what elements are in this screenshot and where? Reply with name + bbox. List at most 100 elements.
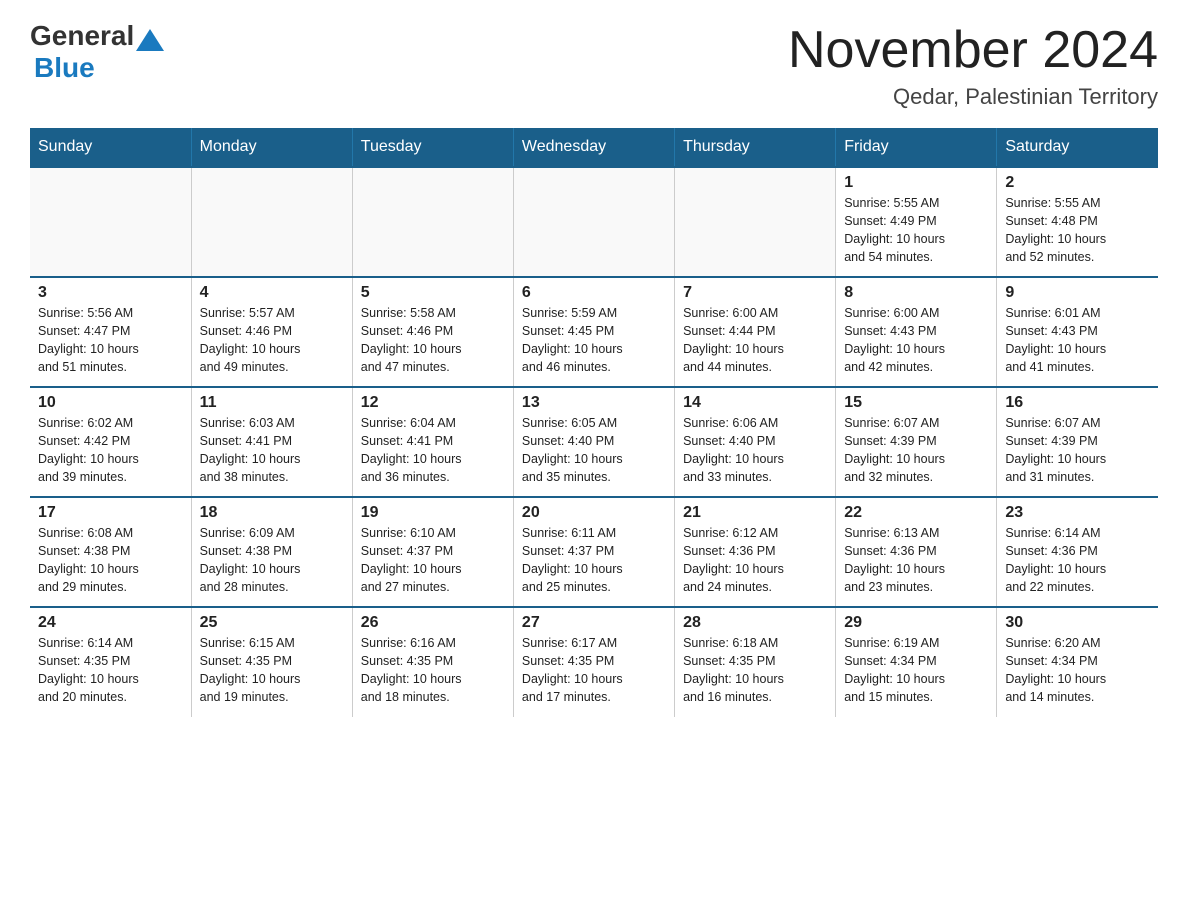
day-number: 27 <box>522 614 666 632</box>
day-info: Sunrise: 6:19 AM Sunset: 4:34 PM Dayligh… <box>844 634 988 707</box>
day-info: Sunrise: 6:07 AM Sunset: 4:39 PM Dayligh… <box>1005 414 1150 487</box>
day-number: 22 <box>844 504 988 522</box>
day-number: 15 <box>844 394 988 412</box>
day-number: 13 <box>522 394 666 412</box>
calendar-cell: 8 Sunrise: 6:00 AM Sunset: 4:43 PM Daylig… <box>836 277 997 387</box>
day-info: Sunrise: 6:05 AM Sunset: 4:40 PM Dayligh… <box>522 414 666 487</box>
day-number: 29 <box>844 614 988 632</box>
calendar-day-header: Thursday <box>675 128 836 167</box>
calendar-subtitle: Qedar, Palestinian Territory <box>788 84 1158 110</box>
title-area: November 2024 Qedar, Palestinian Territo… <box>788 20 1158 110</box>
calendar-day-header: Monday <box>191 128 352 167</box>
calendar-cell <box>352 167 513 277</box>
logo-blue-text: Blue <box>34 52 95 84</box>
day-number: 10 <box>38 394 183 412</box>
day-number: 16 <box>1005 394 1150 412</box>
calendar-cell: 7 Sunrise: 6:00 AM Sunset: 4:44 PM Daylig… <box>675 277 836 387</box>
calendar-cell: 9Sunrise: 6:01 AM Sunset: 4:43 PM Daylig… <box>997 277 1158 387</box>
calendar-cell: 15 Sunrise: 6:07 AM Sunset: 4:39 PM Dayli… <box>836 387 997 497</box>
day-info: Sunrise: 6:13 AM Sunset: 4:36 PM Dayligh… <box>844 524 988 597</box>
day-number: 1 <box>844 174 988 192</box>
day-info: Sunrise: 6:00 AM Sunset: 4:43 PM Dayligh… <box>844 304 988 377</box>
day-info: Sunrise: 6:08 AM Sunset: 4:38 PM Dayligh… <box>38 524 183 597</box>
calendar-cell: 22 Sunrise: 6:13 AM Sunset: 4:36 PM Dayli… <box>836 497 997 607</box>
day-info: Sunrise: 5:56 AM Sunset: 4:47 PM Dayligh… <box>38 304 183 377</box>
day-number: 11 <box>200 394 344 412</box>
calendar-table: SundayMondayTuesdayWednesdayThursdayFrid… <box>30 128 1158 717</box>
calendar-cell: 19 Sunrise: 6:10 AM Sunset: 4:37 PM Dayli… <box>352 497 513 607</box>
calendar-title: November 2024 <box>788 20 1158 80</box>
day-number: 18 <box>200 504 344 522</box>
calendar-cell: 4Sunrise: 5:57 AM Sunset: 4:46 PM Daylig… <box>191 277 352 387</box>
calendar-cell: 1 Sunrise: 5:55 AM Sunset: 4:49 PM Daylig… <box>836 167 997 277</box>
day-info: Sunrise: 6:06 AM Sunset: 4:40 PM Dayligh… <box>683 414 827 487</box>
calendar-week-row: 17 Sunrise: 6:08 AM Sunset: 4:38 PM Dayli… <box>30 497 1158 607</box>
day-number: 23 <box>1005 504 1150 522</box>
calendar-cell: 5 Sunrise: 5:58 AM Sunset: 4:46 PM Daylig… <box>352 277 513 387</box>
calendar-cell: 29 Sunrise: 6:19 AM Sunset: 4:34 PM Dayli… <box>836 607 997 717</box>
calendar-cell: 14 Sunrise: 6:06 AM Sunset: 4:40 PM Dayli… <box>675 387 836 497</box>
logo-triangle-icon <box>136 29 164 51</box>
calendar-cell: 3 Sunrise: 5:56 AM Sunset: 4:47 PM Daylig… <box>30 277 191 387</box>
calendar-cell: 2 Sunrise: 5:55 AM Sunset: 4:48 PM Daylig… <box>997 167 1158 277</box>
day-number: 8 <box>844 284 988 302</box>
day-info: Sunrise: 6:01 AM Sunset: 4:43 PM Dayligh… <box>1005 304 1150 377</box>
calendar-cell: 17 Sunrise: 6:08 AM Sunset: 4:38 PM Dayli… <box>30 497 191 607</box>
calendar-cell: 30Sunrise: 6:20 AM Sunset: 4:34 PM Dayli… <box>997 607 1158 717</box>
day-info: Sunrise: 6:00 AM Sunset: 4:44 PM Dayligh… <box>683 304 827 377</box>
logo-general-text: General <box>30 20 134 52</box>
day-info: Sunrise: 6:20 AM Sunset: 4:34 PM Dayligh… <box>1005 634 1150 707</box>
day-number: 21 <box>683 504 827 522</box>
calendar-cell: 12Sunrise: 6:04 AM Sunset: 4:41 PM Dayli… <box>352 387 513 497</box>
logo: General Blue <box>30 20 166 84</box>
calendar-cell: 20Sunrise: 6:11 AM Sunset: 4:37 PM Dayli… <box>513 497 674 607</box>
calendar-cell: 23Sunrise: 6:14 AM Sunset: 4:36 PM Dayli… <box>997 497 1158 607</box>
day-info: Sunrise: 5:55 AM Sunset: 4:49 PM Dayligh… <box>844 194 988 267</box>
calendar-cell <box>191 167 352 277</box>
day-number: 3 <box>38 284 183 302</box>
calendar-week-row: 1 Sunrise: 5:55 AM Sunset: 4:49 PM Daylig… <box>30 167 1158 277</box>
day-number: 26 <box>361 614 505 632</box>
calendar-day-header: Friday <box>836 128 997 167</box>
calendar-header-row: SundayMondayTuesdayWednesdayThursdayFrid… <box>30 128 1158 167</box>
calendar-week-row: 3 Sunrise: 5:56 AM Sunset: 4:47 PM Daylig… <box>30 277 1158 387</box>
calendar-cell: 21Sunrise: 6:12 AM Sunset: 4:36 PM Dayli… <box>675 497 836 607</box>
calendar-week-row: 24 Sunrise: 6:14 AM Sunset: 4:35 PM Dayli… <box>30 607 1158 717</box>
calendar-day-header: Saturday <box>997 128 1158 167</box>
day-number: 25 <box>200 614 344 632</box>
day-number: 24 <box>38 614 183 632</box>
day-info: Sunrise: 5:58 AM Sunset: 4:46 PM Dayligh… <box>361 304 505 377</box>
calendar-day-header: Tuesday <box>352 128 513 167</box>
calendar-cell: 27Sunrise: 6:17 AM Sunset: 4:35 PM Dayli… <box>513 607 674 717</box>
calendar-cell: 25Sunrise: 6:15 AM Sunset: 4:35 PM Dayli… <box>191 607 352 717</box>
day-info: Sunrise: 6:07 AM Sunset: 4:39 PM Dayligh… <box>844 414 988 487</box>
calendar-cell: 16 Sunrise: 6:07 AM Sunset: 4:39 PM Dayli… <box>997 387 1158 497</box>
calendar-cell <box>513 167 674 277</box>
calendar-week-row: 10Sunrise: 6:02 AM Sunset: 4:42 PM Dayli… <box>30 387 1158 497</box>
calendar-cell: 24 Sunrise: 6:14 AM Sunset: 4:35 PM Dayli… <box>30 607 191 717</box>
day-info: Sunrise: 5:55 AM Sunset: 4:48 PM Dayligh… <box>1005 194 1150 267</box>
calendar-cell <box>30 167 191 277</box>
calendar-day-header: Sunday <box>30 128 191 167</box>
day-number: 14 <box>683 394 827 412</box>
day-number: 19 <box>361 504 505 522</box>
calendar-cell: 18Sunrise: 6:09 AM Sunset: 4:38 PM Dayli… <box>191 497 352 607</box>
day-info: Sunrise: 6:03 AM Sunset: 4:41 PM Dayligh… <box>200 414 344 487</box>
calendar-cell: 10Sunrise: 6:02 AM Sunset: 4:42 PM Dayli… <box>30 387 191 497</box>
day-number: 5 <box>361 284 505 302</box>
calendar-cell: 28 Sunrise: 6:18 AM Sunset: 4:35 PM Dayli… <box>675 607 836 717</box>
header: General Blue November 2024 Qedar, Palest… <box>30 20 1158 110</box>
day-info: Sunrise: 6:18 AM Sunset: 4:35 PM Dayligh… <box>683 634 827 707</box>
day-number: 2 <box>1005 174 1150 192</box>
calendar-cell: 11 Sunrise: 6:03 AM Sunset: 4:41 PM Dayli… <box>191 387 352 497</box>
day-info: Sunrise: 6:04 AM Sunset: 4:41 PM Dayligh… <box>361 414 505 487</box>
day-info: Sunrise: 5:59 AM Sunset: 4:45 PM Dayligh… <box>522 304 666 377</box>
calendar-cell: 13 Sunrise: 6:05 AM Sunset: 4:40 PM Dayli… <box>513 387 674 497</box>
day-info: Sunrise: 6:10 AM Sunset: 4:37 PM Dayligh… <box>361 524 505 597</box>
day-number: 7 <box>683 284 827 302</box>
day-number: 28 <box>683 614 827 632</box>
calendar-cell: 6Sunrise: 5:59 AM Sunset: 4:45 PM Daylig… <box>513 277 674 387</box>
calendar-cell: 26Sunrise: 6:16 AM Sunset: 4:35 PM Dayli… <box>352 607 513 717</box>
day-info: Sunrise: 6:14 AM Sunset: 4:35 PM Dayligh… <box>38 634 183 707</box>
day-number: 17 <box>38 504 183 522</box>
